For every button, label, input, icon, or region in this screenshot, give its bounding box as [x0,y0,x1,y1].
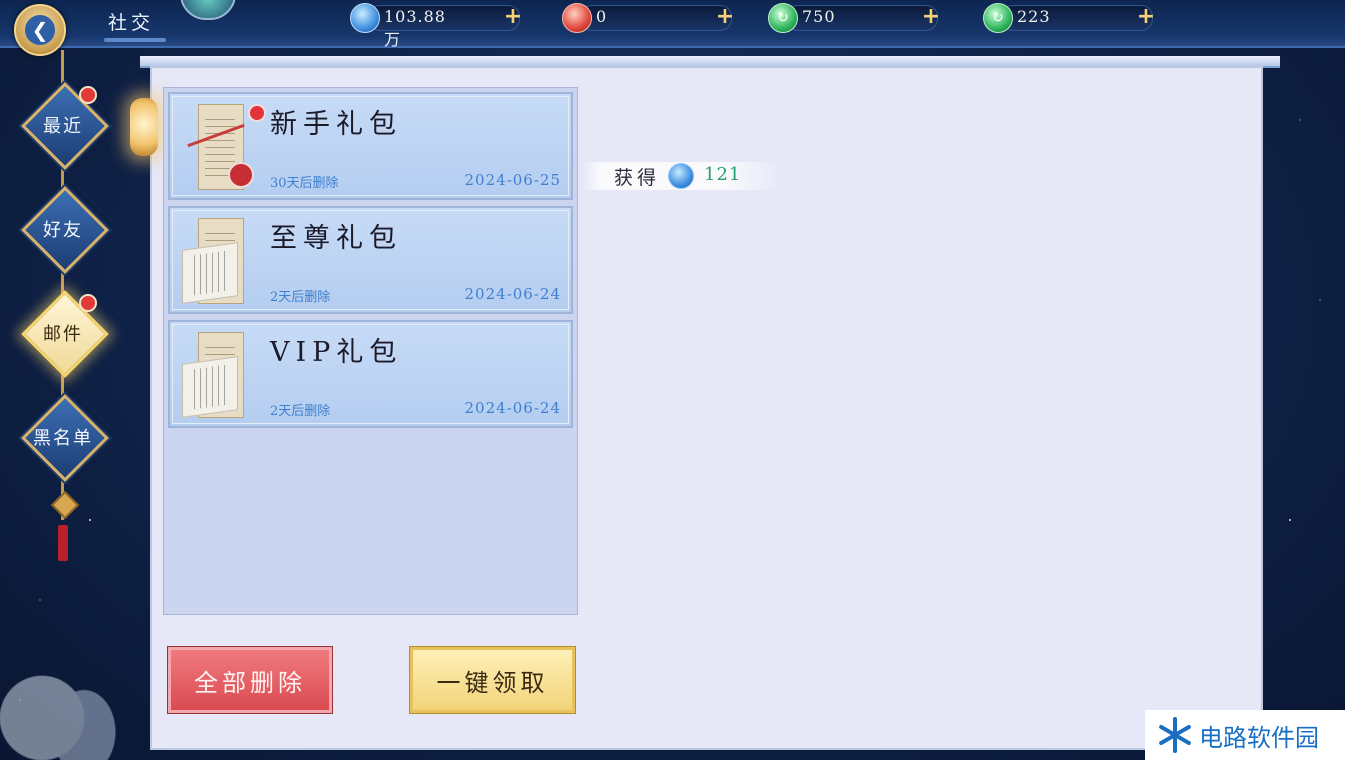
delete-all-button[interactable]: 全部删除 [168,647,332,713]
mail-date: 2024-06-24 [464,285,561,303]
site-logo-icon [1155,715,1195,755]
reward-row: 获得 121 [582,162,782,190]
mail-title: 至尊礼包 [270,223,402,254]
nav-item-blacklist[interactable]: 黑名单 [21,394,109,482]
nav-item-label: 好友 [43,220,83,241]
back-button[interactable]: ❮ [14,4,66,56]
blue-gem-icon [350,3,380,33]
mail-title: 新手礼包 [270,109,402,140]
scroll-pack-icon [182,216,250,306]
nav-item-label: 最近 [43,116,83,137]
add-ruby-button[interactable]: + [712,4,738,30]
scroll-pack-icon [182,330,250,420]
notification-badge [79,294,97,312]
watermark-text: 电路软件园 [1199,723,1319,752]
nav-item-mail[interactable]: 邮件 [21,290,109,378]
mail-title: VIP礼包 [270,337,403,368]
mail-date: 2024-06-24 [464,399,561,417]
add-gem-button[interactable]: + [500,4,526,30]
crane-decoration [0,620,140,760]
mail-item[interactable]: VIP礼包 2天后删除 2024-06-24 [168,320,573,428]
gift-pack-icon [182,102,254,192]
title-underline [104,38,166,42]
jade-coin-icon: ↻ [983,3,1013,33]
red-gem-icon [562,3,592,33]
mail-expiry: 30天后删除 [270,176,339,191]
lantern-icon [130,98,158,156]
blue-gem-icon [668,163,694,189]
resource-value: 223 [1017,7,1051,26]
mail-date: 2024-06-25 [464,171,561,189]
unread-dot [248,104,266,122]
mail-item[interactable]: 至尊礼包 2天后删除 2024-06-24 [168,206,573,314]
mail-expiry: 2天后删除 [270,404,331,419]
jade-coin-icon: ↻ [768,3,798,33]
resource-value: 103.88万 [384,7,446,49]
nav-item-label: 黑名单 [33,428,93,449]
resource-value: 0 [596,7,608,26]
claim-all-button[interactable]: 一键领取 [410,647,575,713]
reward-amount: 121 [704,164,742,185]
mail-expiry: 2天后删除 [270,290,331,305]
tassel-fringe [58,525,68,561]
back-arrow-icon: ❮ [25,15,55,45]
reward-label: 获得 [614,167,661,189]
nav-item-friends[interactable]: 好友 [21,186,109,274]
notification-badge [79,86,97,104]
resource-value: 750 [802,7,836,26]
page-title: 社交 [108,12,155,34]
nav-item-label: 邮件 [43,324,83,345]
mail-item[interactable]: 新手礼包 30天后删除 2024-06-25 [168,92,573,200]
watermark: 电路软件园 [1145,710,1345,760]
add-jade-button[interactable]: + [1133,4,1159,30]
tassel-knot [50,490,80,520]
add-jade-button[interactable]: + [918,4,944,30]
nav-item-recent[interactable]: 最近 [21,82,109,170]
